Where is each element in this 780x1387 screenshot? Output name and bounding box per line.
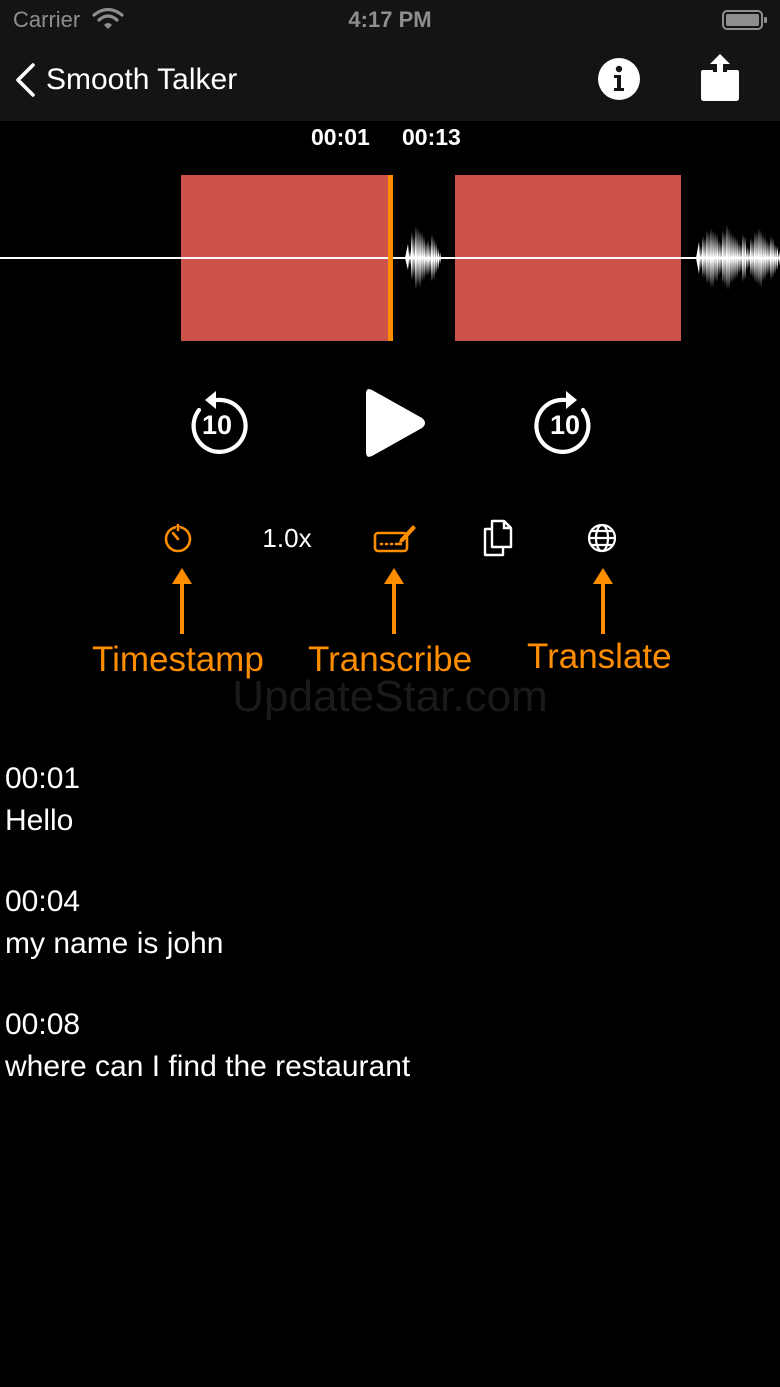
chevron-left-icon — [16, 63, 35, 97]
transcript-timestamp: 00:08 — [5, 1008, 81, 1041]
battery-icon — [722, 10, 767, 30]
timestamp-button[interactable] — [160, 518, 196, 558]
translate-annotation: Translate — [527, 637, 672, 676]
audio-waveform[interactable] — [0, 170, 780, 350]
info-button[interactable] — [597, 57, 641, 101]
keyboard-pencil-icon — [373, 525, 416, 553]
page-title: Smooth Talker — [46, 63, 238, 96]
transcript-timestamp: 00:01 — [5, 762, 81, 795]
transcribe-button[interactable] — [372, 520, 418, 556]
transcript-entry[interactable]: 00:04 my name is john — [5, 881, 765, 965]
timer-icon — [164, 523, 192, 553]
transcript: 00:01 Hello 00:04 my name is john 00:08 … — [5, 758, 765, 1127]
translate-arrow-icon — [593, 568, 613, 634]
play-button[interactable] — [362, 386, 428, 460]
selection-start-time: 00:01 — [311, 124, 370, 150]
globe-icon — [587, 523, 617, 553]
translate-button[interactable] — [584, 520, 620, 556]
transcript-text: where can I find the restaurant — [5, 1050, 411, 1083]
skip-back-button[interactable]: 10 — [186, 390, 248, 456]
status-time: 4:17 PM — [348, 7, 432, 32]
watermark: UpdateStar.com — [232, 672, 548, 721]
play-icon — [366, 389, 425, 457]
transcript-entry[interactable]: 00:01 Hello — [5, 758, 765, 842]
playback-speed-button[interactable]: 1.0x — [252, 518, 322, 558]
share-button[interactable] — [697, 52, 743, 104]
transcript-entry[interactable]: 00:08 where can I find the restaurant — [5, 1004, 765, 1088]
copy-icon — [483, 519, 513, 557]
waveform-burst-2 — [696, 224, 780, 290]
selection-end-time: 00:13 — [402, 124, 461, 150]
transcribe-arrow-icon — [384, 568, 404, 634]
skip-forward-button[interactable]: 10 — [534, 390, 596, 456]
timestamp-arrow-icon — [172, 568, 192, 634]
waveform-burst-1 — [405, 226, 441, 290]
transcript-timestamp: 00:04 — [5, 885, 81, 918]
transcript-text: Hello — [5, 804, 74, 837]
playback-speed-label: 1.0x — [262, 522, 312, 553]
copy-button[interactable] — [480, 518, 516, 558]
transcript-text: my name is john — [5, 927, 224, 960]
playhead[interactable] — [388, 175, 393, 341]
skip-back-seconds: 10 — [201, 410, 233, 440]
back-button[interactable]: Smooth Talker — [14, 52, 237, 108]
skip-forward-seconds: 10 — [549, 410, 581, 440]
